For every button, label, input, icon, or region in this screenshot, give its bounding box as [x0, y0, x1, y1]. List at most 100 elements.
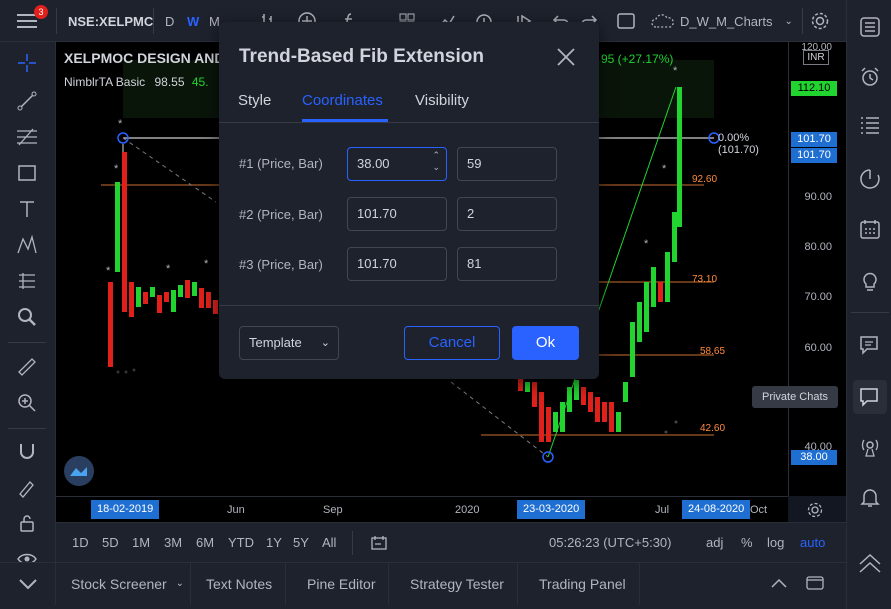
measure-tool[interactable] — [12, 266, 42, 296]
magnet-tool[interactable] — [12, 436, 42, 466]
ok-button[interactable]: Ok — [512, 326, 579, 360]
drawing-toolbar — [0, 42, 56, 609]
price-axis[interactable]: 120.00 INR 112.10 101.70 101.70 90.00 80… — [788, 42, 846, 496]
template-dropdown[interactable]: Template ⌄ — [239, 326, 339, 360]
svg-text:*: * — [673, 65, 678, 77]
currency-badge[interactable]: INR — [803, 50, 829, 65]
pattern-tool[interactable] — [12, 230, 42, 260]
range-5y[interactable]: 5Y — [293, 535, 309, 550]
notification-badge: 3 — [34, 5, 48, 19]
tradingview-logo[interactable] — [64, 456, 94, 486]
price-label: 60.00 — [804, 342, 832, 354]
change-value: 95 (+27.17%) — [601, 52, 674, 66]
stepper-icon[interactable]: ⌃ ⌄ — [432, 150, 440, 174]
interval-w[interactable]: W — [187, 0, 199, 42]
range-3m[interactable]: 3M — [164, 535, 182, 550]
tab-pine-editor[interactable]: Pine Editor — [294, 563, 390, 605]
range-ytd[interactable]: YTD — [228, 535, 254, 550]
range-1y[interactable]: 1Y — [266, 535, 282, 550]
ideas-button[interactable] — [853, 264, 887, 298]
cloud-icon — [651, 14, 674, 28]
tab-style[interactable]: Style — [238, 92, 271, 109]
collapse-bottom[interactable] — [0, 563, 56, 605]
range-1d[interactable]: 1D — [72, 535, 89, 550]
cancel-button[interactable]: Cancel — [404, 326, 500, 360]
notifications-button[interactable] — [853, 480, 887, 514]
signals-button[interactable] — [853, 430, 887, 464]
point-2-bar-input[interactable]: 2 — [457, 197, 557, 231]
tab-coordinates[interactable]: Coordinates — [302, 92, 383, 109]
ruler-icon — [18, 358, 36, 376]
watchlist-icon — [860, 17, 880, 37]
private-chats-button[interactable] — [853, 380, 887, 414]
trading-app: 3 NSE:XELPMC D W M D_W_M_Charts ⌄ * * * … — [0, 0, 891, 609]
pattern-icon — [17, 234, 37, 254]
calendar-goto-icon — [371, 536, 387, 550]
auto-toggle[interactable]: auto — [800, 535, 825, 550]
indicator-legend[interactable]: NimblrTA Basic 98.55 45. — [64, 75, 209, 89]
alerts-button[interactable] — [853, 60, 887, 94]
expand-panel-button[interactable] — [770, 576, 788, 595]
tab-stock-screener[interactable]: Stock Screener ⌄ — [58, 563, 191, 605]
point-1-price-input[interactable]: 38.00 ⌃ ⌄ — [347, 147, 447, 181]
crosshair-tool[interactable] — [12, 48, 42, 78]
point-2-price-input[interactable]: 101.70 — [347, 197, 447, 231]
menu-button[interactable]: 3 — [10, 0, 48, 42]
time-axis[interactable]: 18-02-2019 Jun Sep 2020 23-03-2020 Jul 2… — [56, 496, 823, 522]
range-all[interactable]: All — [322, 535, 336, 550]
maximize-panel-button[interactable] — [806, 575, 824, 596]
point-3-price-input[interactable]: 101.70 — [347, 247, 447, 281]
tab-label: Stock Screener — [71, 576, 167, 592]
interval-d[interactable]: D — [165, 0, 174, 42]
symbol-search[interactable]: NSE:XELPMC — [68, 0, 153, 42]
zoom-in-tool[interactable] — [12, 388, 42, 418]
data-window-button[interactable] — [853, 108, 887, 142]
axis-settings-button[interactable] — [806, 501, 824, 524]
calendar-button[interactable] — [853, 212, 887, 246]
range-5d[interactable]: 5D — [102, 535, 119, 550]
settings-button[interactable] — [810, 0, 830, 42]
layout-selector[interactable]: D_W_M_Charts ⌄ — [650, 0, 793, 42]
log-toggle[interactable]: log — [767, 535, 784, 550]
tab-strategy-tester[interactable]: Strategy Tester — [397, 563, 518, 605]
measure-icon — [19, 273, 35, 289]
stay-drawing-tool[interactable] — [12, 472, 42, 502]
range-6m[interactable]: 6M — [196, 535, 214, 550]
hotlists-button[interactable] — [853, 162, 887, 196]
time-badge-mid: 23-03-2020 — [517, 500, 586, 519]
collapse-sidebar[interactable] — [853, 546, 887, 580]
trendline-icon — [17, 91, 37, 111]
time-label: Jun — [227, 504, 245, 516]
tab-visibility[interactable]: Visibility — [415, 92, 469, 109]
lock-tool[interactable] — [12, 508, 42, 538]
fib-tool[interactable] — [12, 122, 42, 152]
svg-text:*: * — [166, 263, 171, 275]
tab-text-notes[interactable]: Text Notes — [193, 563, 287, 605]
price-badge-last: 112.10 — [791, 81, 837, 96]
range-1m[interactable]: 1M — [132, 535, 150, 550]
point-1-bar-input[interactable]: 59 — [457, 147, 557, 181]
symbol-title: XELPMOC DESIGN AND — [64, 50, 225, 66]
indicator-value-2: 45. — [191, 75, 209, 89]
adj-toggle[interactable]: adj — [706, 535, 723, 550]
svg-text:*: * — [114, 163, 119, 175]
rectangle-tool[interactable] — [12, 158, 42, 188]
goto-date-button[interactable] — [370, 534, 388, 557]
ruler-tool[interactable] — [12, 352, 42, 382]
clock[interactable]: 05:26:23 (UTC+5:30) — [549, 535, 671, 550]
text-tool[interactable] — [12, 194, 42, 224]
trendline-tool[interactable] — [12, 86, 42, 116]
percent-toggle[interactable]: % — [741, 535, 753, 550]
close-button[interactable] — [555, 46, 577, 68]
chevron-down-icon: ⌄ — [175, 578, 184, 589]
zoom-tool[interactable] — [12, 302, 42, 332]
dialog-title: Trend-Based Fib Extension — [239, 46, 484, 67]
svg-text:*: * — [644, 238, 649, 250]
public-chats-button[interactable] — [853, 328, 887, 362]
watchlist-button[interactable] — [853, 10, 887, 44]
tab-trading-panel[interactable]: Trading Panel — [526, 563, 640, 605]
point-3-bar-input[interactable]: 81 — [457, 247, 557, 281]
fullscreen-icon[interactable] — [616, 0, 636, 42]
right-sidebar — [846, 0, 891, 609]
time-label: Jul — [655, 504, 670, 516]
